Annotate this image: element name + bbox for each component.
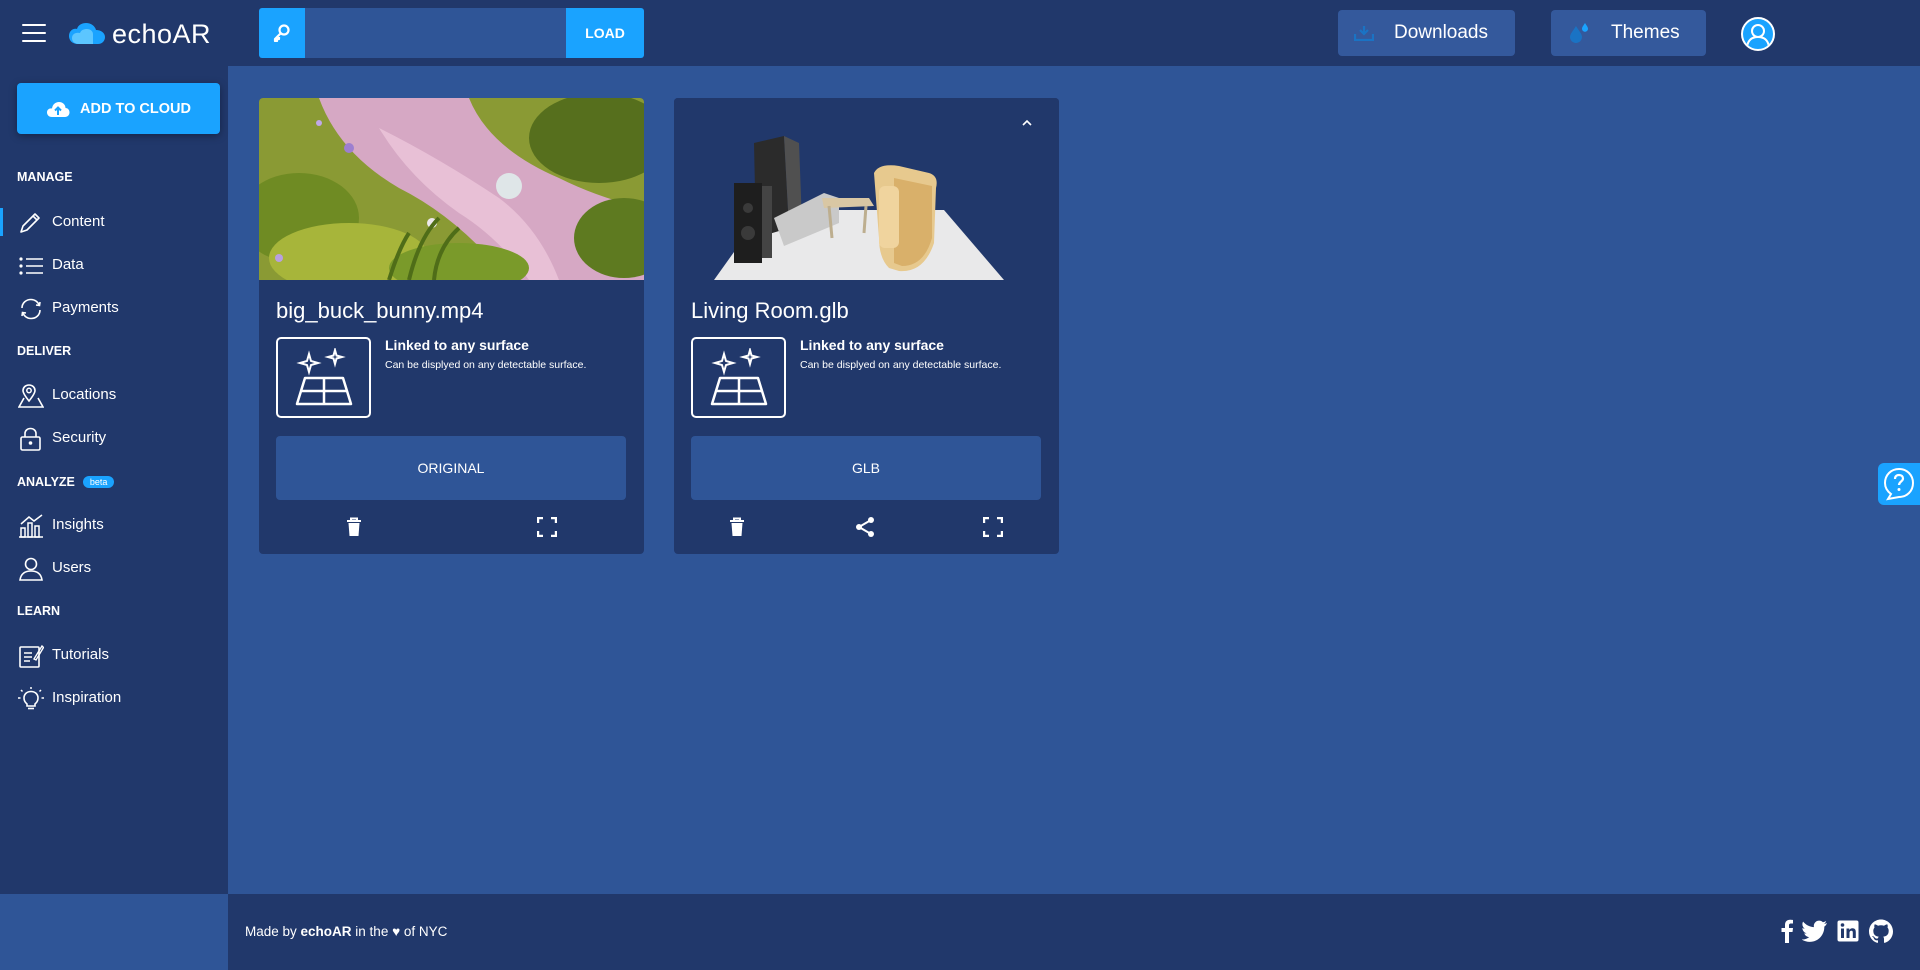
content-card: big_buck_bunny.mp4 Linked to any surface… <box>259 98 644 554</box>
card-title: Living Room.glb <box>691 298 849 323</box>
pencil-icon <box>20 213 40 233</box>
section-learn: LEARN <box>17 604 60 618</box>
surface-title: Linked to any surface <box>800 337 944 353</box>
twitter-icon[interactable] <box>1802 918 1828 944</box>
footer-credit: Made by echoAR in the ♥ of NYC <box>245 924 447 939</box>
refresh-icon <box>21 298 41 320</box>
sidebar-item-label: Tutorials <box>52 646 109 663</box>
user-icon <box>19 557 43 581</box>
living-room-thumbnail[interactable] <box>674 98 1059 280</box>
sidebar-item-inspiration[interactable]: Inspiration <box>0 680 228 716</box>
footer-prefix: Made by <box>245 924 301 939</box>
video-thumbnail[interactable] <box>259 98 644 280</box>
section-deliver: DELIVER <box>17 344 71 358</box>
footer-middle: in the <box>351 924 393 939</box>
sidebar-item-label: Content <box>52 213 105 230</box>
content-card: Living Room.glb Linked to any surface Ca… <box>674 98 1059 554</box>
sidebar-item-label: Inspiration <box>52 689 122 706</box>
trash-icon[interactable] <box>343 516 365 538</box>
api-key-box: LOAD <box>259 8 644 58</box>
chevron-up-icon[interactable] <box>1020 116 1034 130</box>
facebook-icon[interactable] <box>1774 918 1800 944</box>
format-button-glb[interactable]: GLB <box>691 436 1041 500</box>
download-icon <box>1354 26 1374 41</box>
sidebar-item-locations[interactable]: Locations <box>0 377 228 413</box>
section-deliver-label: DELIVER <box>17 344 72 358</box>
surface-icon <box>276 337 371 418</box>
beta-badge: beta <box>82 476 115 488</box>
section-manage-label: MANAGE <box>17 170 73 184</box>
section-learn-label: LEARN <box>17 604 61 618</box>
sidebar: ADD TO CLOUD MANAGE Content Data Payment… <box>0 66 228 894</box>
downloads-label: Downloads <box>1394 22 1488 43</box>
linkedin-icon[interactable] <box>1835 918 1861 944</box>
github-icon[interactable] <box>1868 918 1894 944</box>
section-analyze-label: ANALYZE <box>17 475 75 489</box>
avatar[interactable] <box>1741 17 1775 51</box>
surface-icon <box>691 337 786 418</box>
api-key-input[interactable] <box>305 8 566 58</box>
sidebar-item-tutorials[interactable]: Tutorials <box>0 637 228 673</box>
help-bubble-icon <box>1883 467 1915 501</box>
heart-icon: ♥ <box>392 924 401 939</box>
load-button[interactable]: LOAD <box>566 8 644 58</box>
surface-description: Can be displyed on any detectable surfac… <box>385 359 587 371</box>
surface-description: Can be displyed on any detectable surfac… <box>800 359 1002 371</box>
fullscreen-icon[interactable] <box>982 516 1004 538</box>
menu-icon[interactable] <box>22 24 46 44</box>
themes-button[interactable]: Themes <box>1551 10 1706 56</box>
sidebar-item-label: Users <box>52 559 92 576</box>
logo-text: echoAR <box>112 18 212 49</box>
sidebar-item-content[interactable]: Content <box>0 204 228 240</box>
section-manage: MANAGE <box>17 170 73 184</box>
format-label: ORIGINAL <box>417 460 485 476</box>
key-icon <box>259 8 305 58</box>
section-analyze: ANALYZE beta <box>17 475 115 489</box>
user-avatar-icon <box>1746 24 1770 47</box>
notepad-icon <box>19 644 44 668</box>
footer-brand[interactable]: echoAR <box>301 924 352 939</box>
lightbulb-icon <box>18 687 44 710</box>
add-to-cloud-label: ADD TO CLOUD <box>80 100 191 117</box>
cloud-upload-icon <box>47 101 70 117</box>
lock-icon <box>20 427 41 451</box>
share-icon[interactable] <box>854 516 876 538</box>
paint-drop-icon <box>1570 23 1588 43</box>
sidebar-item-users[interactable]: Users <box>0 550 228 586</box>
sidebar-item-label: Security <box>52 429 107 446</box>
surface-title: Linked to any surface <box>385 337 529 353</box>
format-button-original[interactable]: ORIGINAL <box>276 436 626 500</box>
sidebar-item-security[interactable]: Security <box>0 420 228 456</box>
themes-label: Themes <box>1611 22 1680 43</box>
sidebar-item-label: Insights <box>52 516 104 533</box>
fullscreen-icon[interactable] <box>536 516 558 538</box>
sidebar-item-label: Locations <box>52 386 117 403</box>
location-icon <box>18 384 44 408</box>
sidebar-item-data[interactable]: Data <box>0 247 228 283</box>
footer-suffix: of NYC <box>400 924 448 939</box>
card-title: big_buck_bunny.mp4 <box>276 298 484 323</box>
help-button[interactable] <box>1878 463 1920 505</box>
trash-icon[interactable] <box>726 516 748 538</box>
top-bar: echoAR LOAD Downloads Themes <box>0 0 1920 66</box>
list-icon <box>19 257 43 275</box>
sidebar-item-insights[interactable]: Insights <box>0 507 228 543</box>
logo[interactable]: echoAR <box>68 16 211 52</box>
sidebar-item-label: Data <box>52 256 84 273</box>
sidebar-item-payments[interactable]: Payments <box>0 290 228 326</box>
footer: Made by echoAR in the ♥ of NYC <box>228 894 1920 970</box>
cloud-logo-icon <box>69 23 105 44</box>
format-label: GLB <box>851 460 880 476</box>
sidebar-item-label: Payments <box>52 299 119 316</box>
add-to-cloud-button[interactable]: ADD TO CLOUD <box>17 83 220 134</box>
downloads-button[interactable]: Downloads <box>1338 10 1515 56</box>
chart-icon <box>19 514 43 538</box>
